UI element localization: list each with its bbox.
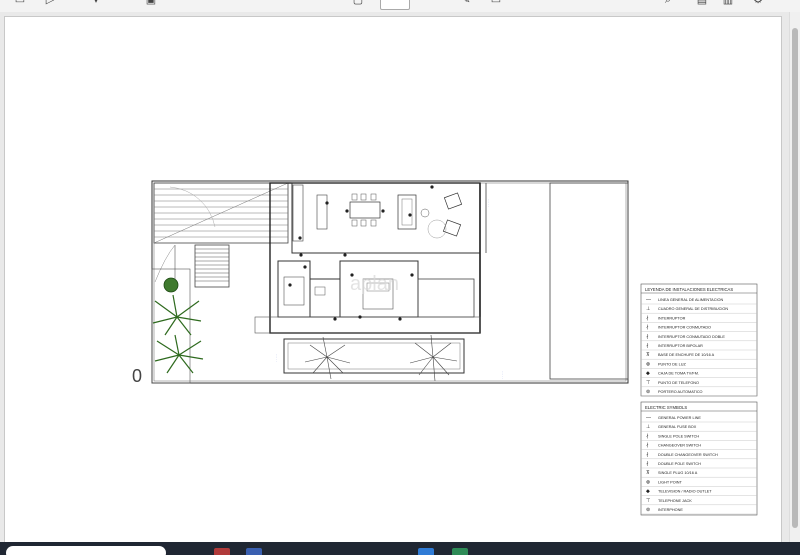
taskbar-app-icon[interactable] [418, 548, 434, 555]
legend-symbol-icon: — [646, 415, 651, 421]
pointer-icon[interactable]: ▷ [44, 0, 56, 6]
legend-symbol-icon: ⊚ [646, 389, 650, 395]
taskbar-app-icon[interactable] [452, 548, 468, 555]
legend-en-title: ELECTRIC SYMBOLS [645, 405, 687, 410]
legend-symbol-icon: ⊥ [646, 424, 650, 430]
legend-symbol-icon: ◆ [646, 371, 650, 377]
legend-symbol-icon: ⊥ [646, 306, 650, 312]
vertical-scrollbar[interactable] [789, 12, 800, 542]
download-icon[interactable]: ▥ [722, 0, 734, 6]
legend-symbol-icon: ⊼ [646, 352, 650, 358]
legend-item: DOUBLE POLE SWITCH [658, 462, 701, 466]
document-page: · · · · · · · · · · · · · · · aplan 0 LE… [4, 16, 782, 543]
legend-symbol-icon: ⊤ [646, 498, 650, 504]
legend-item: PORTERO AUTOMATICO [658, 390, 703, 394]
tree-icon [163, 277, 179, 293]
legend-item: CHANGEOVER SWITCH [658, 444, 701, 448]
legend-item: TELEVISION / RADIO OUTLET [658, 490, 712, 494]
right-annex [549, 182, 629, 380]
legend-symbol-icon: ⊚ [646, 507, 650, 513]
floor-plan-drawing: · · · · · · · · · · · · · · · aplan 0 LE… [132, 180, 758, 516]
green-palm-2 [154, 334, 204, 374]
taskbar [0, 542, 800, 555]
green-palm-1 [152, 294, 202, 336]
legend-item: CAJA DE TOMA TV/FM. [658, 372, 699, 376]
svg-text:· · · · ·: · · · · · [274, 354, 278, 362]
legend-symbol-icon: ◆ [646, 489, 650, 495]
legend-symbol-icon: — [646, 297, 651, 303]
legend-item: LINEA GENERAL DE ALIMENTACION [658, 298, 723, 302]
legend-en: ELECTRIC SYMBOLS — GENERAL POWER LINE ⊥ GEN… [640, 401, 758, 516]
sidebar-icon[interactable]: ▭ [14, 0, 26, 6]
comment-icon[interactable]: ▭ [490, 0, 502, 6]
pool [283, 338, 465, 374]
legend-item: INTERRUPTOR [658, 316, 686, 320]
taskbar-search-input[interactable] [6, 546, 166, 555]
legend-symbol-icon: ⊗ [646, 361, 650, 367]
legend-item: CUADRO GENERAL DE DISTRIBUCION [658, 307, 728, 311]
save-icon[interactable]: ▣ [145, 0, 157, 6]
legend-symbol-icon: ⊼ [646, 470, 650, 476]
svg-text:· · · · ·: · · · · · [500, 371, 504, 379]
page-icon[interactable]: ▢ [352, 0, 364, 6]
scrollbar-thumb[interactable] [792, 28, 798, 528]
sofa [397, 194, 417, 230]
taskbar-app-icon[interactable] [246, 548, 262, 555]
legend-item: SINGLE POLE SWITCH [658, 434, 699, 438]
page-number-input[interactable] [380, 0, 410, 10]
chevron-down-icon[interactable]: ▾ [90, 0, 102, 6]
legend-item: BASE DE ENCHUFE DE 10/16 A [658, 353, 715, 357]
legend-item: INTERRUPTOR CONMUTADO [658, 326, 711, 330]
legend-item: SINGLE PLUG 10/16 A [658, 471, 698, 475]
bathroom [309, 278, 341, 318]
legend-item: PUNTO DE LUZ [658, 362, 686, 366]
svg-text:· · · · ·: · · · · · [486, 199, 490, 207]
watermark: aplan [350, 273, 399, 295]
legend-es: LEYENDA DE INSTALACIONES ELECTRICAS — LIN… [640, 283, 758, 397]
palm-tree-2 [409, 334, 458, 382]
legend-item: INTERRUPTOR CONMUTADO DOBLE [658, 335, 725, 339]
legend-item: GENERAL POWER LINE [658, 416, 701, 420]
house-outline [269, 182, 481, 334]
legend-item: GENERAL FUSE BOX [658, 425, 697, 429]
zero-label: 0 [132, 366, 142, 386]
legend-item: INTERRUPTOR BIPOLAR [658, 344, 703, 348]
print-icon[interactable]: ▤ [696, 0, 708, 6]
settings-icon[interactable]: ⚙ [752, 0, 764, 6]
legend-item: DOUBLE CHANGEOVER SWITCH [658, 453, 718, 457]
dining-table [349, 201, 381, 219]
stairs [194, 244, 230, 288]
taskbar-app-icon[interactable] [214, 548, 230, 555]
legend-item: INTERPHONE [658, 508, 683, 512]
legend-symbol-icon: ⊤ [646, 380, 650, 386]
search-icon[interactable]: ⌕ [662, 0, 674, 6]
legend-item: PUNTO DE TELEFONO [658, 381, 699, 385]
bedroom-1 [277, 260, 311, 318]
terrace [254, 316, 481, 334]
legend-item: TELEPHONE JACK [658, 499, 692, 503]
legend-item: LIGHT POINT [658, 480, 682, 484]
draw-icon[interactable]: ✎ [460, 0, 472, 6]
legend-symbol-icon: ⊗ [646, 479, 650, 485]
legend-es-title: LEYENDA DE INSTALACIONES ELECTRICAS [645, 287, 733, 292]
document-viewer[interactable]: · · · · · · · · · · · · · · · aplan 0 LE… [0, 12, 790, 543]
